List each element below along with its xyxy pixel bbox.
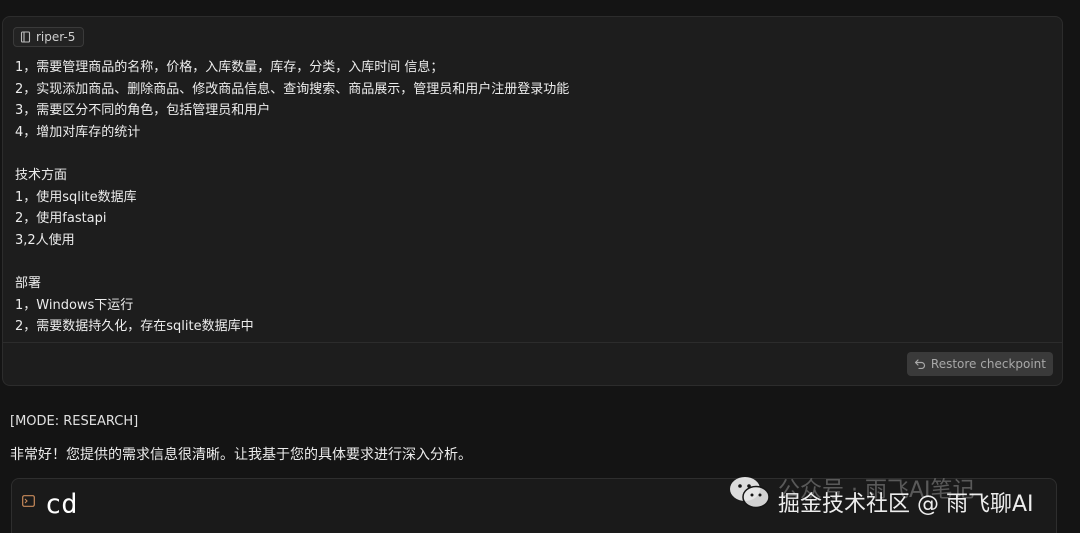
message-line — [15, 251, 1050, 273]
message-line: 2，使用fastapi — [15, 211, 107, 227]
watermark-community-text: 掘金技术社区 @ 雨飞聊AI — [778, 492, 1034, 517]
message-line: 3,2人使用 — [15, 232, 75, 248]
restore-checkpoint-button[interactable]: Restore checkpoint — [906, 352, 1053, 376]
rule-chip[interactable]: riper-5 — [13, 27, 85, 47]
assistant-intro-text: 非常好！您提供的需求信息很清晰。让我基于您的具体要求进行深入分析。 — [10, 447, 472, 463]
watermark: 公众号 · 雨飞AI笔记 掘金技术社区 @ 雨飞聊AI — [728, 468, 1073, 528]
message-line: 3，需要区分不同的角色，包括管理员和用户 — [15, 103, 271, 119]
undo-arrow-icon — [914, 357, 926, 372]
book-icon — [20, 31, 31, 43]
terminal-command: cd — [45, 489, 78, 520]
terminal-icon — [22, 492, 35, 511]
message-line: 部署 — [15, 275, 42, 291]
message-line: 2，需要数据持久化，存在sqlite数据库中 — [15, 319, 254, 335]
message-body: 1，需要管理商品的名称，价格，入库数量，库存，分类，入库时间 信息； 2，实现添… — [15, 57, 1050, 338]
rule-chip-label: riper-5 — [36, 30, 76, 44]
restore-checkpoint-label: Restore checkpoint — [930, 357, 1046, 371]
wechat-logo-icon — [728, 474, 772, 516]
mode-tag: [MODE: RESEARCH] — [10, 414, 139, 429]
message-line: 1，Windows下运行 — [15, 297, 134, 313]
message-line: 技术方面 — [15, 167, 68, 183]
message-line — [15, 143, 1050, 165]
card-footer: Restore checkpoint — [3, 342, 1062, 385]
message-line: 4，增加对库存的统计 — [15, 124, 141, 140]
message-line: 1，使用sqlite数据库 — [15, 189, 137, 205]
chat-panel: riper-5 1，需要管理商品的名称，价格，入库数量，库存，分类，入库时间 信… — [0, 0, 1080, 533]
user-message-card: riper-5 1，需要管理商品的名称，价格，入库数量，库存，分类，入库时间 信… — [2, 16, 1063, 386]
message-line: 2，实现添加商品、删除商品、修改商品信息、查询搜索、商品展示，管理员和用户注册登… — [15, 81, 570, 97]
message-line: 1，需要管理商品的名称，价格，入库数量，库存，分类，入库时间 信息； — [15, 60, 444, 75]
